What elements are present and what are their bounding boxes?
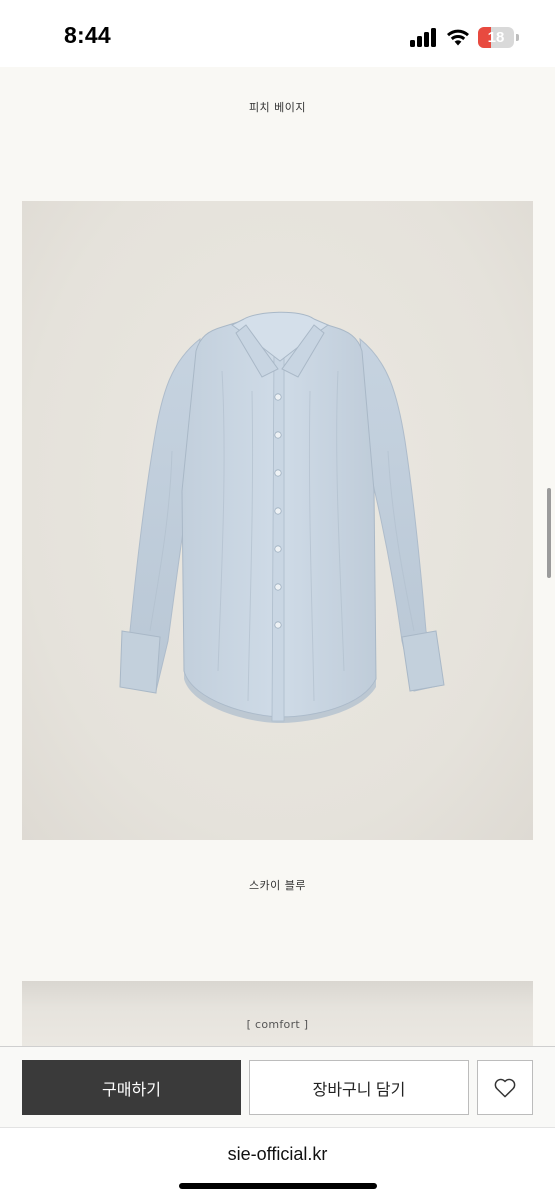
comfort-section-image: [ comfort ] bbox=[22, 981, 533, 1048]
battery-icon: 18 bbox=[478, 26, 514, 48]
home-indicator[interactable] bbox=[179, 1183, 377, 1189]
wifi-icon bbox=[447, 29, 469, 46]
scroll-indicator[interactable] bbox=[547, 488, 551, 578]
buy-button[interactable]: 구매하기 bbox=[22, 1060, 241, 1115]
light-blue-shirt-photo bbox=[119, 311, 445, 723]
bottom-action-bar: 구매하기 장바구니 담기 bbox=[0, 1046, 555, 1127]
color-label-sky-blue: 스카이 블루 bbox=[248, 879, 307, 892]
comfort-label: [ comfort ] bbox=[246, 1018, 309, 1031]
wishlist-button[interactable] bbox=[477, 1060, 533, 1115]
status-icons: 18 bbox=[410, 25, 519, 49]
browser-url-bar[interactable]: sie-official.kr bbox=[0, 1127, 555, 1200]
add-to-cart-button[interactable]: 장바구니 담기 bbox=[249, 1060, 469, 1115]
product-photo bbox=[22, 201, 533, 840]
color-label-peach-beige: 피치 베이지 bbox=[248, 101, 307, 114]
status-bar: 8:44 18 bbox=[0, 0, 555, 67]
status-time: 8:44 bbox=[64, 22, 111, 48]
url-text[interactable]: sie-official.kr bbox=[0, 1144, 555, 1165]
signal-icon bbox=[410, 27, 438, 47]
battery-level: 18 bbox=[487, 28, 505, 46]
heart-icon bbox=[494, 1078, 516, 1097]
